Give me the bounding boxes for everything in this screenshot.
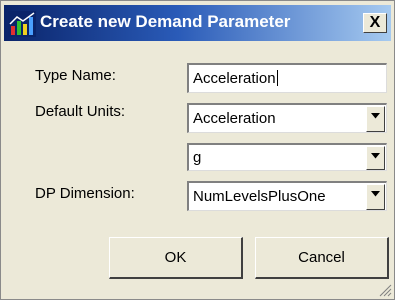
dp-dimension-label: DP Dimension: xyxy=(35,185,135,202)
cancel-button[interactable]: Cancel xyxy=(255,237,389,279)
dp-dimension-select[interactable]: NumLevelsPlusOne xyxy=(187,181,387,211)
title-bar[interactable]: Create new Demand Parameter X xyxy=(4,5,391,41)
ok-button[interactable]: OK xyxy=(109,237,243,279)
default-units-label: Default Units: xyxy=(35,103,126,120)
resize-grip-icon[interactable] xyxy=(378,283,392,297)
unit-value: g xyxy=(193,149,202,166)
chevron-down-icon xyxy=(371,113,380,119)
unit-select[interactable]: g xyxy=(187,143,387,171)
app-icon xyxy=(8,11,36,37)
default-units-value: Acceleration xyxy=(193,110,276,127)
close-icon: X xyxy=(369,14,381,31)
default-units-dropdown-button[interactable] xyxy=(366,106,385,132)
chevron-down-icon xyxy=(371,191,380,197)
type-name-input[interactable]: Acceleration xyxy=(187,63,387,93)
text-cursor xyxy=(276,70,278,86)
type-name-value: Acceleration xyxy=(193,70,276,87)
dialog-title: Create new Demand Parameter xyxy=(40,12,291,31)
create-demand-parameter-dialog: Create new Demand Parameter X Type Name:… xyxy=(0,0,395,300)
dp-dimension-value: NumLevelsPlusOne xyxy=(193,188,326,205)
type-name-label: Type Name: xyxy=(35,67,116,84)
unit-dropdown-button[interactable] xyxy=(366,146,385,170)
default-units-select[interactable]: Acceleration xyxy=(187,103,387,133)
chevron-down-icon xyxy=(371,153,380,159)
dp-dimension-dropdown-button[interactable] xyxy=(366,184,385,210)
close-button[interactable]: X xyxy=(363,13,387,33)
